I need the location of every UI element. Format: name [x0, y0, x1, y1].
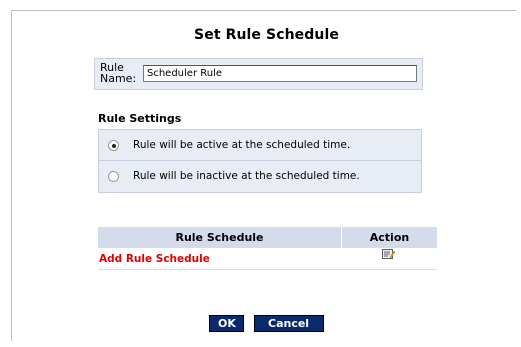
column-divider [341, 227, 342, 269]
add-rule-schedule-link[interactable]: Add Rule Schedule [99, 253, 210, 265]
rule-name-label-line2: Name: [100, 72, 137, 85]
ok-button[interactable]: OK [209, 315, 245, 332]
rule-name-label: Rule Name: [100, 62, 136, 84]
option-inactive-row[interactable]: Rule will be inactive at the scheduled t… [99, 161, 421, 191]
rule-settings-heading: Rule Settings [98, 112, 182, 125]
table-header: Rule Schedule Action [98, 227, 437, 248]
rule-name-input[interactable]: Scheduler Rule [143, 65, 417, 82]
table-row: Add Rule Schedule [98, 248, 437, 270]
radio-inactive[interactable] [108, 171, 119, 182]
rule-settings-panel: Rule will be active at the scheduled tim… [98, 129, 422, 193]
page-title: Set Rule Schedule [194, 27, 339, 43]
option-inactive-label[interactable]: Rule will be inactive at the scheduled t… [133, 170, 360, 182]
header-rule-schedule: Rule Schedule [175, 231, 264, 244]
cancel-button[interactable]: Cancel [253, 315, 324, 332]
radio-active[interactable] [108, 140, 119, 151]
header-action: Action [369, 231, 410, 244]
rule-schedule-table: Rule Schedule Action Add Rule Schedule [98, 227, 437, 270]
edit-icon[interactable] [382, 249, 395, 260]
option-active-label[interactable]: Rule will be active at the scheduled tim… [133, 139, 350, 151]
rule-name-panel: Rule Name: Scheduler Rule [94, 58, 423, 90]
button-bar: OK Cancel [0, 312, 521, 332]
option-active-row[interactable]: Rule will be active at the scheduled tim… [99, 130, 421, 161]
